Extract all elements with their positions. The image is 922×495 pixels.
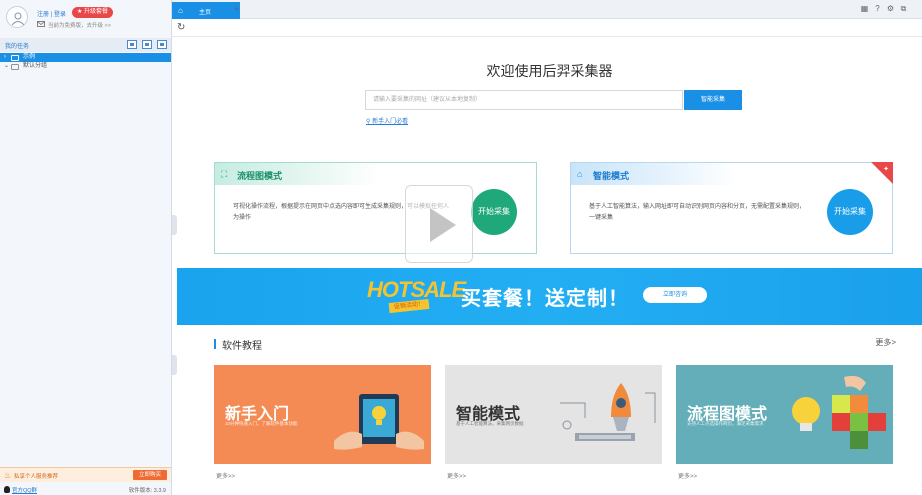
beginner-guide-link[interactable]: ⚲ 新手入门必看 [366, 116, 408, 125]
folder-icon [11, 64, 19, 70]
home-page: 欢迎使用后羿采集器 智能采集 ⚲ 新手入门必看 ⛶ 流程图模式 可视化操作流程，… [177, 38, 922, 495]
video-play-icon[interactable] [405, 185, 473, 263]
folder-icon [11, 55, 19, 61]
tab-bar: ⌂ 主页 + ▦ ? ⚙ ⧉ [172, 0, 922, 19]
gift-icon: ♨ [4, 471, 12, 480]
qq-group-link[interactable]: 官方QQ群 [12, 486, 37, 494]
help-icon[interactable]: ? [873, 4, 882, 13]
restore-icon[interactable]: ⧉ [899, 4, 908, 13]
tutorial-card-more-link[interactable]: 更多>> [447, 471, 466, 480]
tablet-bulb-icon [334, 394, 424, 450]
home-icon: ⌂ [178, 6, 183, 15]
flow-mode-card[interactable]: ⛶ 流程图模式 可视化操作流程，根据提示在网页中点选内容即可生成采集规则，可以模… [214, 162, 537, 254]
url-input[interactable] [365, 90, 683, 110]
smart-mode-desc: 基于人工智能算法，输入网址即可自动识别网页内容和分页，无需配置采集规则，一键采集 [589, 204, 806, 221]
promo-banner[interactable]: HOTSALE 促销活动！ 买套餐！送定制！ 立即咨询 [177, 268, 922, 325]
task-header: 我的任务 [0, 38, 171, 52]
expand-arrow-icon[interactable]: ⌄ [4, 62, 9, 71]
rocket-icon [560, 383, 656, 441]
flow-mode-title: 流程图模式 [237, 171, 283, 181]
tab-home[interactable]: ⌂ 主页 [172, 2, 240, 19]
tutorial-card-smart[interactable]: 智能模式 基于人工智能算法，采集网页数据 [445, 365, 662, 464]
new-tab-button[interactable]: + [234, 4, 239, 14]
smart-start-button[interactable]: 开始采集 [827, 189, 873, 235]
smart-collect-button[interactable]: 智能采集 [684, 90, 742, 110]
login-link[interactable]: 注册 | 登录 [37, 9, 66, 18]
promo-bar: ♨ 私享个人服务推荐 立即购买 [0, 467, 171, 482]
puzzle-bulb-icon [792, 375, 886, 449]
tree-item-label: 默认分组 [23, 63, 48, 69]
tutorial-card-sub: 支持人工点选操作网页，满足采集需求 [687, 421, 764, 426]
flow-mode-header: ⛶ 流程图模式 [215, 163, 380, 185]
page-title: 欢迎使用后羿采集器 [486, 63, 613, 79]
flow-start-button[interactable]: 开始采集 [471, 189, 517, 235]
flowchart-icon: ⛶ [221, 169, 228, 179]
pin-icon: ⚲ [366, 119, 371, 125]
tutorial-more-link[interactable]: 更多> [875, 337, 896, 348]
expand-arrow-icon[interactable]: › [4, 53, 6, 62]
smart-mode-header: ⌂ 智能模式 [571, 163, 736, 185]
promo-text: 私享个人服务推荐 [14, 474, 59, 480]
settings-icon[interactable]: ⚙ [886, 4, 895, 13]
tree-item-default-group[interactable]: ⌄ 默认分组 [0, 62, 171, 71]
tab-home-label: 主页 [199, 10, 212, 16]
user-profile: 注册 | 登录 ★ 升级套餐 当前为免费版，去升级 >> [0, 0, 171, 37]
banner-consult-button[interactable]: 立即咨询 [643, 287, 708, 303]
tutorial-card-more-link[interactable]: 更多>> [216, 471, 235, 480]
member-info: 当前为免费版，去升级 >> [48, 23, 111, 29]
promo-buy-button[interactable]: 立即购买 [132, 470, 167, 480]
guide-label: 新手入门必看 [372, 119, 409, 125]
upgrade-label: 升级套餐 [84, 9, 109, 15]
toolbar: ↻ [172, 20, 922, 37]
tree-item-label: 示例 [23, 54, 36, 60]
new-folder-icon[interactable] [142, 40, 152, 49]
tutorial-card-beginner[interactable]: 新手入门 10分钟快速入门，了解软件基本功能 [214, 365, 431, 464]
tree-item-sample[interactable]: › 示例 [0, 53, 171, 62]
sidebar: 注册 | 登录 ★ 升级套餐 当前为免费版，去升级 >> 我的任务 › 示例 ⌄… [0, 0, 172, 495]
version-label: 软件版本: 3.3.9 [128, 488, 166, 494]
tutorial-card-more-link[interactable]: 更多>> [678, 471, 697, 480]
status-bar: 官方QQ群 软件版本: 3.3.9 [0, 483, 171, 495]
section-marker [214, 339, 216, 349]
smart-mode-title: 智能模式 [593, 171, 630, 181]
banner-headline: 买套餐！送定制！ [461, 288, 629, 310]
grid-icon[interactable]: ▦ [860, 4, 869, 13]
upgrade-button[interactable]: ★ 升级套餐 [72, 7, 114, 18]
tutorial-header: 软件教程 更多> [214, 337, 896, 352]
tutorial-card-sub: 10分钟快速入门，了解软件基本功能 [225, 421, 298, 426]
tutorial-card-sub: 基于人工智能算法，采集网页数据 [456, 421, 524, 426]
new-task-icon[interactable] [127, 40, 137, 49]
refresh-icon[interactable]: ↻ [177, 22, 185, 33]
smart-mode-card[interactable]: ⌂ 智能模式 基于人工智能算法，输入网址即可自动识别网页内容和分页，无需配置采集… [570, 162, 893, 254]
tutorial-card-flowchart[interactable]: 流程图模式 支持人工点选操作网页，满足采集需求 [676, 365, 893, 464]
task-title: 我的任务 [5, 44, 30, 50]
mail-icon[interactable] [37, 21, 45, 27]
tutorial-title: 软件教程 [222, 341, 262, 352]
avatar[interactable] [6, 6, 28, 28]
smart-home-icon: ⌂ [577, 169, 583, 179]
hot-icon: ✦ [883, 166, 889, 173]
banner-hotsale: HOTSALE [367, 277, 466, 302]
hot-corner-badge [871, 162, 893, 184]
user-avatar-icon [11, 12, 25, 26]
import-task-icon[interactable] [157, 40, 167, 49]
qq-icon [4, 486, 10, 493]
